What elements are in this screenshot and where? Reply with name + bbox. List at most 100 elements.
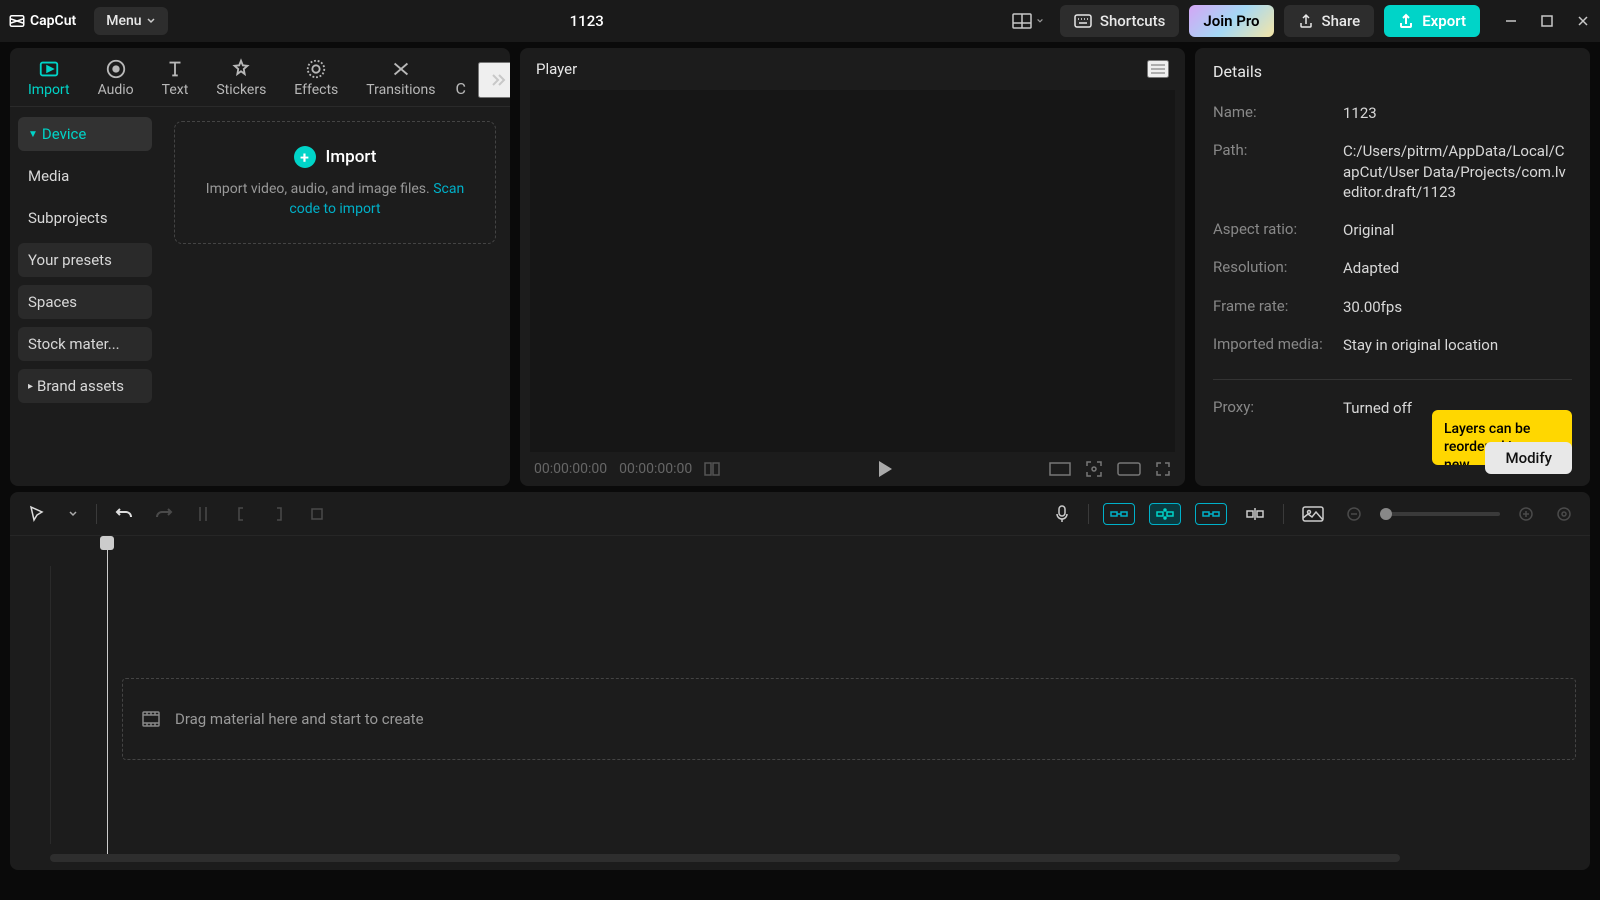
film-icon — [141, 709, 161, 729]
zoom-slider[interactable] — [1380, 512, 1500, 516]
toolbar-separator — [1088, 504, 1089, 524]
tabs-more-button[interactable] — [478, 62, 510, 98]
import-dropzone[interactable]: + Import Import video, audio, and image … — [174, 121, 496, 244]
stickers-icon — [230, 58, 252, 80]
detail-imported-value: Stay in original location — [1343, 335, 1572, 355]
play-button[interactable] — [877, 460, 893, 478]
shortcuts-button[interactable]: Shortcuts — [1060, 5, 1179, 37]
preview-axis-button[interactable] — [1241, 502, 1269, 526]
compare-icon[interactable] — [704, 462, 720, 476]
timeline-toolbar — [10, 492, 1590, 536]
sidebar-item-subprojects[interactable]: Subprojects — [18, 201, 152, 235]
redo-button[interactable] — [151, 501, 177, 527]
selection-tool[interactable] — [24, 501, 50, 527]
bracket-right-icon — [271, 505, 287, 523]
tab-effects[interactable]: Effects — [286, 54, 346, 106]
selection-dropdown[interactable] — [64, 505, 82, 523]
sidebar-item-device[interactable]: ▼Device — [18, 117, 152, 151]
zoom-slider-knob[interactable] — [1380, 508, 1392, 520]
timeline-scrollbar-thumb[interactable] — [50, 854, 1400, 862]
undo-button[interactable] — [111, 501, 137, 527]
sidebar-item-your-presets[interactable]: Your presets — [18, 243, 152, 277]
timeline-body[interactable]: Drag material here and start to create — [10, 536, 1590, 854]
sidebar-item-media[interactable]: Media — [18, 159, 152, 193]
zoom-out-button[interactable] — [1342, 502, 1366, 526]
player-canvas[interactable] — [530, 90, 1175, 452]
playhead-line — [107, 550, 108, 854]
minimize-button[interactable] — [1502, 12, 1520, 30]
join-pro-button[interactable]: Join Pro — [1189, 5, 1273, 37]
link-icon — [1202, 507, 1220, 521]
cover-button[interactable] — [1298, 502, 1328, 526]
timeline-dropzone[interactable]: Drag material here and start to create — [122, 678, 1576, 760]
auto-snap-button[interactable] — [1149, 503, 1181, 525]
close-button[interactable] — [1574, 12, 1592, 30]
media-panel: Import Audio Text Stickers Effects Trans… — [10, 48, 510, 486]
delete-left-button[interactable] — [229, 501, 253, 527]
project-title: 1123 — [168, 12, 1006, 30]
media-sidebar: ▼Device Media Subprojects Your presets S… — [10, 107, 160, 486]
sidebar-item-brand-assets[interactable]: ▸Brand assets — [18, 369, 152, 403]
transitions-icon — [390, 58, 412, 80]
ratio-icon[interactable] — [1049, 462, 1071, 476]
main-track-magnet-button[interactable] — [1103, 503, 1135, 525]
sidebar-item-stock-materials[interactable]: Stock mater... — [18, 327, 152, 361]
record-voiceover-button[interactable] — [1050, 500, 1074, 528]
details-title: Details — [1213, 62, 1572, 81]
tab-transitions[interactable]: Transitions — [358, 54, 443, 106]
linkage-button[interactable] — [1195, 503, 1227, 525]
split-button[interactable] — [191, 501, 215, 527]
zoom-fit-icon — [1556, 506, 1572, 522]
tab-import[interactable]: Import — [20, 54, 78, 106]
time-total: 00:00:00:00 — [619, 461, 692, 477]
app-logo: CapCut — [8, 12, 76, 30]
minimize-icon — [1504, 14, 1518, 28]
player-times: 00:00:00:00 00:00:00:00 — [534, 461, 692, 477]
tab-audio[interactable]: Audio — [90, 54, 142, 106]
detail-resolution-value: Adapted — [1343, 258, 1572, 278]
media-main: + Import Import video, audio, and image … — [160, 107, 510, 486]
layout-icon — [1012, 13, 1032, 29]
effects-icon — [305, 58, 327, 80]
export-button[interactable]: Export — [1384, 5, 1480, 37]
detail-aspect-label: Aspect ratio: — [1213, 220, 1343, 240]
share-button[interactable]: Share — [1284, 5, 1375, 37]
modify-button[interactable]: Modify — [1485, 442, 1572, 474]
media-tabs: Import Audio Text Stickers Effects Trans… — [10, 48, 510, 107]
track-start-line — [50, 566, 51, 844]
text-icon — [164, 58, 186, 80]
zoom-out-icon — [1346, 506, 1362, 522]
timeline-scrollbar[interactable] — [50, 854, 1550, 864]
focus-icon[interactable] — [1085, 460, 1103, 478]
detail-name-value: 1123 — [1343, 103, 1572, 123]
import-inline-button[interactable]: + Import — [294, 146, 377, 168]
window-controls — [1502, 12, 1592, 30]
sidebar-item-spaces[interactable]: Spaces — [18, 285, 152, 319]
detail-proxy-label: Proxy: — [1213, 398, 1343, 418]
player-options-button[interactable] — [1147, 60, 1169, 78]
zoom-fit-button[interactable] — [1552, 502, 1576, 526]
keyboard-icon — [1074, 14, 1092, 28]
playhead-handle[interactable] — [100, 536, 114, 550]
maximize-button[interactable] — [1538, 12, 1556, 30]
preview-quality-icon[interactable] — [1117, 462, 1141, 476]
playhead[interactable] — [106, 536, 108, 844]
menu-button[interactable]: Menu — [94, 7, 167, 35]
split-icon — [195, 505, 211, 523]
detail-framerate-label: Frame rate: — [1213, 297, 1343, 317]
tab-stickers[interactable]: Stickers — [208, 54, 274, 106]
zoom-in-button[interactable] — [1514, 502, 1538, 526]
detail-resolution-label: Resolution: — [1213, 258, 1343, 278]
tab-text[interactable]: Text — [154, 54, 197, 106]
redo-icon — [155, 505, 173, 523]
axis-icon — [1245, 506, 1265, 522]
layout-button[interactable] — [1006, 9, 1050, 33]
fullscreen-icon[interactable] — [1155, 461, 1171, 477]
bracket-left-icon — [233, 505, 249, 523]
main-panels: Import Audio Text Stickers Effects Trans… — [0, 42, 1600, 492]
delete-button[interactable] — [305, 502, 329, 526]
delete-right-button[interactable] — [267, 501, 291, 527]
player-title: Player — [536, 60, 577, 78]
cover-icon — [1302, 506, 1324, 522]
snap-icon — [1156, 507, 1174, 521]
